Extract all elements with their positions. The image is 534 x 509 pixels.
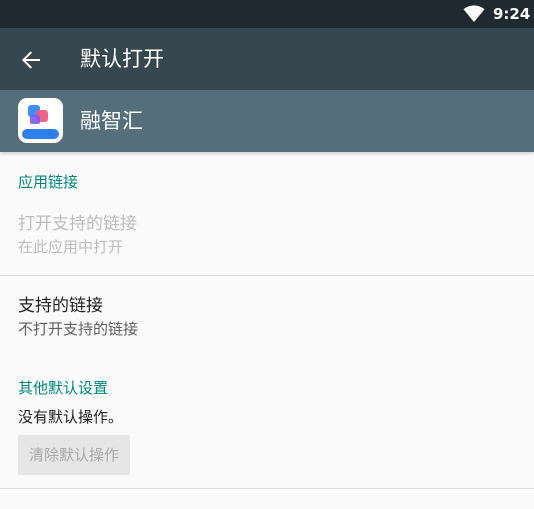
app-name: 融智汇 [80,109,143,133]
divider [0,488,534,489]
supported-links-summary: 不打开支持的链接 [18,320,139,338]
toolbar: 默认打开 [0,28,534,90]
app-header: 融智汇 [0,90,534,152]
divider [0,275,534,276]
wifi-icon [463,5,485,22]
supported-links-title: 支持的链接 [18,296,103,316]
back-button[interactable] [14,43,48,77]
status-time: 9:24 [493,5,531,23]
open-supported-links-summary: 在此应用中打开 [18,238,124,256]
app-logo-icon [22,105,59,139]
open-supported-links-title: 打开支持的链接 [18,214,137,234]
section-header-other-defaults: 其他默认设置 [18,379,109,397]
status-bar: 9:24 [0,0,534,28]
clear-defaults-button[interactable]: 清除默认操作 [18,435,130,475]
default-open-screen: 9:24 默认打开 融智汇 应用链接 打开支持的链接 在此应用中打开 支持的链接 [0,0,534,509]
arrow-back-icon [22,51,40,69]
app-icon [18,98,63,143]
page-title: 默认打开 [80,47,164,71]
other-defaults-summary: 没有默认操作。 [18,408,124,426]
section-header-app-links: 应用链接 [18,173,79,191]
